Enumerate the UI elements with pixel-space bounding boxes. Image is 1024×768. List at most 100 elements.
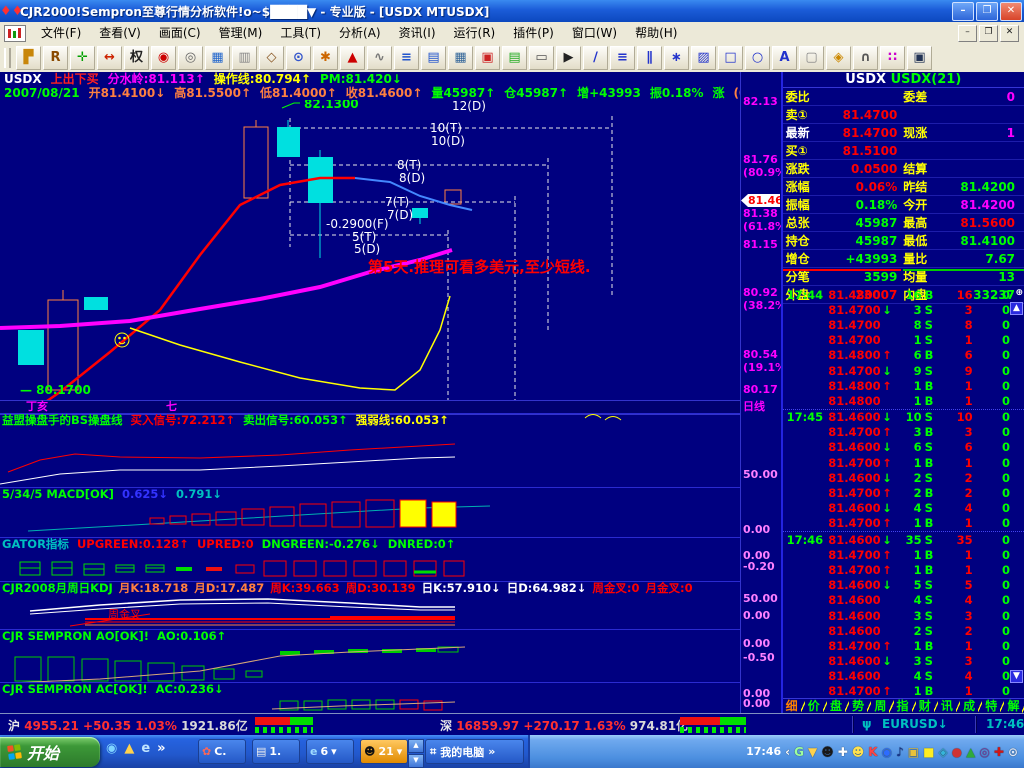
vlines-icon[interactable]: ∥ (637, 46, 662, 70)
chevron-icon[interactable]: » (488, 745, 495, 758)
quote-tab[interactable]: 特 (982, 700, 1000, 713)
eraser-icon[interactable]: ◈ (826, 46, 851, 70)
menu-info[interactable]: 资讯(I) (390, 23, 445, 43)
tick-list[interactable]: 17:44 81.4800 16 B 16 0 81.4700 ↓ 3 (783, 287, 1024, 699)
news-icon[interactable]: ▥ (232, 46, 257, 70)
ac-panel[interactable]: CJR SEMPRON AC[OK]!AC:0.236↓ (0, 682, 740, 714)
calendar-icon[interactable]: ▦ (205, 46, 230, 70)
tray-icon-volume[interactable]: ♪ (896, 745, 904, 759)
bell-icon[interactable]: ▲ (340, 46, 365, 70)
menu-help[interactable]: 帮助(H) (626, 23, 686, 43)
rsi-icon[interactable]: R (43, 46, 68, 70)
quote-tab[interactable]: 盘 (827, 700, 845, 713)
quote-tab[interactable]: 讯 (938, 700, 956, 713)
quote-tab[interactable]: 周 (871, 700, 889, 713)
close-button[interactable]: ✕ (1000, 2, 1022, 21)
start-button[interactable]: 开始 (0, 737, 100, 767)
tray-icon[interactable]: ◉ (882, 745, 892, 759)
menu-screen[interactable]: 画面(C) (150, 23, 210, 43)
hatch-icon[interactable]: ▨ (691, 46, 716, 70)
taskbar-button-c[interactable]: ✿ C. (198, 739, 246, 764)
restore-button[interactable]: ❐ (976, 2, 998, 21)
lock-icon[interactable]: ∩ (853, 46, 878, 70)
scroll-up-button[interactable]: ▲ (1010, 302, 1023, 315)
move-cross-icon[interactable]: ✛ (70, 46, 95, 70)
tray-icon[interactable]: ● (952, 745, 962, 759)
rights-dropdown-icon[interactable]: 权 (124, 46, 149, 70)
ie-icon[interactable]: e (141, 741, 150, 756)
macd-panel[interactable]: 5/34/5 MACD[OK]0.625↓0.791↓ (0, 487, 740, 538)
copy-icon[interactable]: ▢ (799, 46, 824, 70)
main-chart[interactable]: 82.1300 — 80.1700 12(D) 10(T)10(D) 8(T)8… (0, 100, 740, 400)
magnifier-icon[interactable]: ⊙ (286, 46, 311, 70)
shenzhen-index[interactable]: 深 16859.97 +270.17 1.63% 974.81亿 (440, 717, 688, 734)
taskbar-button-my-computer[interactable]: ⌗ 我的电脑 » (425, 739, 524, 764)
taskbar-button-1[interactable]: ▤ 1. (252, 739, 300, 764)
tray-collapse-icon[interactable]: ‹ (785, 745, 790, 759)
tray-icon[interactable]: ◎ (979, 745, 989, 759)
tray-icon[interactable]: ▲ (966, 745, 975, 759)
plug-icon[interactable]: ∿ (367, 46, 392, 70)
trendline-icon[interactable]: ∕ (583, 46, 608, 70)
stoplight-icon[interactable]: ◎ (178, 46, 203, 70)
ao-panel[interactable]: CJR SEMPRON AO[OK]!AO:0.106↑ (0, 629, 740, 683)
monitor-icon[interactable]: ▭ (529, 46, 554, 70)
palette-icon[interactable]: ∷ (880, 46, 905, 70)
tray-icon[interactable]: ■ (923, 745, 934, 759)
menu-view[interactable]: 查看(V) (90, 23, 150, 43)
current-symbol[interactable]: EURUSD↓ (882, 717, 948, 731)
bs-indicator-panel[interactable]: 益盟操盘手的BS操盘线买入信号:72.212↑卖出信号:60.053↑强弱线:6… (0, 413, 740, 488)
tray-icon-k[interactable]: K (868, 745, 877, 759)
tray-icon[interactable]: ✚ (838, 745, 848, 759)
quote-tab[interactable]: 细 (783, 700, 801, 713)
mdi-restore-button[interactable]: ❐ (979, 25, 998, 42)
menu-plugins[interactable]: 插件(P) (504, 23, 563, 43)
list-icon[interactable]: ≡ (394, 46, 419, 70)
quote-tab[interactable]: 解 (1004, 700, 1022, 713)
taskbar-button-qq21[interactable]: ☻ 21 ▾ (360, 739, 408, 764)
tray-icon-qq[interactable]: ☻ (821, 745, 834, 759)
columns-icon[interactable]: ▤ (421, 46, 446, 70)
kdj-panel[interactable]: CJR2008月周日KDJ月K:18.718月D:17.487周K:39.663… (0, 581, 740, 630)
fan-lines-icon[interactable]: ∗ (664, 46, 689, 70)
open-folder-icon[interactable]: ▛ (16, 46, 41, 70)
scroll-down-button[interactable]: ▼ (408, 754, 424, 768)
quote-tab[interactable]: 成 (960, 700, 978, 713)
tray-icon[interactable]: ▼ (808, 745, 817, 759)
tray-icon[interactable]: ☻ (852, 745, 865, 759)
tray-icon-antivirus[interactable]: ✚ (994, 745, 1004, 759)
menu-analysis[interactable]: 分析(A) (330, 23, 390, 43)
menu-run[interactable]: 运行(R) (445, 23, 505, 43)
menu-file[interactable]: 文件(F) (32, 23, 90, 43)
text-tool-icon[interactable]: A (772, 46, 797, 70)
shanghai-index[interactable]: 沪 4955.21 +50.35 1.03% 1921.86亿 (8, 717, 248, 734)
tools-icon[interactable]: ✱ (313, 46, 338, 70)
minimize-button[interactable]: – (952, 2, 974, 21)
tray-icon[interactable]: ▣ (908, 745, 919, 759)
kline-window-icon[interactable]: ▣ (475, 46, 500, 70)
book-icon[interactable]: ◇ (259, 46, 284, 70)
menu-manage[interactable]: 管理(M) (210, 23, 272, 43)
circle-tool-icon[interactable]: ○ (745, 46, 770, 70)
chevron-icon[interactable]: » (157, 741, 165, 756)
gator-panel[interactable]: GATOR指标UPGREEN:0.128↑UPRED:0DNGREEN:-0.2… (0, 537, 740, 582)
quote-tab[interactable]: 价 (805, 700, 823, 713)
mdi-close-button[interactable]: ✕ (1000, 25, 1019, 42)
tray-icon[interactable]: ◈ (938, 745, 947, 759)
taskbar-button-ie6[interactable]: e 6 ▾ (306, 739, 354, 764)
menu-window[interactable]: 窗口(W) (563, 23, 626, 43)
cursor-icon[interactable]: ▶ (556, 46, 581, 70)
scroll-down-button[interactable]: ▼ (1010, 670, 1023, 683)
quote-tab[interactable]: 指 (894, 700, 912, 713)
media-player-icon[interactable]: ◉ (106, 741, 117, 756)
quote-tab[interactable]: 势 (849, 700, 867, 713)
chart-window-icon[interactable]: ▦ (448, 46, 473, 70)
mdi-minimize-button[interactable]: – (958, 25, 977, 42)
menu-tools[interactable]: 工具(T) (271, 23, 330, 43)
save-icon[interactable]: ▣ (907, 46, 932, 70)
h-arrow-icon[interactable]: ↔ (97, 46, 122, 70)
quote-window-icon[interactable]: ▤ (502, 46, 527, 70)
tray-icon-g[interactable]: G (794, 745, 804, 759)
scroll-target-icon[interactable]: ⊕ (1015, 288, 1023, 298)
tray-icon-clock[interactable]: ⊙ (1008, 745, 1018, 759)
